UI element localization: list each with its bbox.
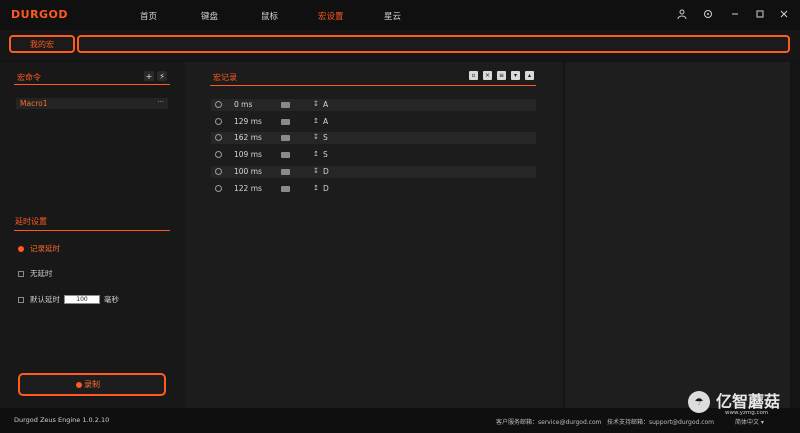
keyboard-icon bbox=[281, 102, 290, 108]
my-macros-tab[interactable]: 我的宏 bbox=[9, 35, 75, 53]
record-row[interactable]: 162 ms ↧ S bbox=[211, 132, 536, 144]
clock-icon bbox=[215, 185, 222, 192]
keyboard-icon bbox=[281, 119, 290, 125]
key-down-icon: ↧ bbox=[313, 133, 319, 141]
default-delay-option[interactable]: 默认延时 100 毫秒 bbox=[18, 294, 119, 305]
clock-icon bbox=[215, 168, 222, 175]
record-button[interactable]: 录制 bbox=[18, 373, 166, 396]
delete-icon[interactable]: × bbox=[483, 71, 492, 80]
nav-keyboard[interactable]: 键盘 bbox=[201, 10, 218, 22]
record-delay-label: 记录延时 bbox=[30, 244, 60, 253]
default-delay-input[interactable]: 100 bbox=[64, 295, 100, 304]
clock-icon bbox=[215, 151, 222, 158]
record-key: S bbox=[323, 150, 328, 159]
key-up-icon: ↥ bbox=[313, 184, 319, 192]
maximize-icon[interactable] bbox=[754, 8, 766, 20]
delay-unit-label: 毫秒 bbox=[104, 295, 119, 304]
record-time: 129 ms bbox=[234, 117, 262, 126]
delay-settings-title: 延时设置 bbox=[15, 217, 47, 226]
nav-mouse[interactable]: 鼠标 bbox=[261, 10, 278, 22]
record-row[interactable]: 122 ms ↥ D bbox=[211, 183, 536, 195]
clear-icon[interactable]: ≡ bbox=[497, 71, 506, 80]
keyboard-icon bbox=[281, 169, 290, 175]
nav-home[interactable]: 首页 bbox=[140, 10, 157, 22]
key-down-icon: ↧ bbox=[313, 167, 319, 175]
no-delay-option[interactable]: 无延时 bbox=[18, 268, 53, 279]
keyboard-icon bbox=[281, 152, 290, 158]
macro-search-input[interactable] bbox=[77, 35, 790, 53]
import-macro-icon[interactable]: ⚡ bbox=[157, 71, 167, 81]
footer: Durgod Zeus Engine 1.0.2.10 客户服务邮箱：servi… bbox=[0, 408, 800, 433]
copy-icon[interactable]: ▫ bbox=[469, 71, 478, 80]
record-dot-icon bbox=[76, 382, 82, 388]
nav-nebula[interactable]: 星云 bbox=[384, 10, 401, 22]
service-email[interactable]: 客户服务邮箱：service@durgod.com bbox=[496, 417, 601, 426]
user-icon[interactable] bbox=[676, 8, 688, 20]
clock-icon bbox=[215, 134, 222, 141]
record-time: 0 ms bbox=[234, 100, 253, 109]
engine-version: Durgod Zeus Engine 1.0.2.10 bbox=[14, 416, 110, 424]
record-time: 122 ms bbox=[234, 184, 262, 193]
macro-commands-title: 宏命令 bbox=[17, 73, 41, 82]
macro-name: Macro1 bbox=[20, 99, 48, 108]
move-down-icon[interactable]: ▾ bbox=[511, 71, 520, 80]
checkbox-icon bbox=[18, 270, 24, 277]
record-key: D bbox=[323, 184, 329, 193]
support-email[interactable]: 技术支持邮箱：support@durgod.com bbox=[607, 417, 714, 426]
record-button-label: 录制 bbox=[84, 380, 100, 389]
checkbox-icon bbox=[18, 296, 24, 303]
right-panel bbox=[565, 62, 790, 408]
record-time: 100 ms bbox=[234, 167, 262, 176]
macro-record-divider bbox=[210, 85, 536, 86]
record-row[interactable]: 100 ms ↧ D bbox=[211, 166, 536, 178]
watermark-logo-icon: ☂ bbox=[688, 391, 710, 413]
macro-commands-divider bbox=[14, 84, 170, 85]
record-key: A bbox=[323, 100, 329, 109]
default-delay-label: 默认延时 bbox=[30, 295, 60, 304]
top-bar: DURGOD 首页 键盘 鼠标 宏设置 星云 bbox=[0, 0, 800, 30]
watermark-url: www.yzmg.com bbox=[725, 410, 769, 416]
left-panel bbox=[0, 62, 185, 408]
key-up-icon: ↥ bbox=[313, 150, 319, 158]
watermark-text: 亿智蘑菇 bbox=[716, 392, 781, 411]
record-key: A bbox=[323, 117, 329, 126]
macro-record-panel bbox=[185, 62, 563, 408]
record-row[interactable]: 0 ms ↧ A bbox=[211, 99, 536, 111]
macro-record-title: 宏记录 bbox=[213, 73, 237, 82]
language-select[interactable]: 简体中文 ▾ bbox=[735, 417, 764, 426]
clock-icon bbox=[215, 118, 222, 125]
record-key: S bbox=[323, 133, 328, 142]
radio-selected-icon bbox=[18, 245, 24, 252]
move-up-icon[interactable]: ▴ bbox=[525, 71, 534, 80]
settings-icon[interactable] bbox=[702, 8, 714, 20]
keyboard-icon bbox=[281, 135, 290, 141]
keyboard-icon bbox=[281, 186, 290, 192]
record-time: 109 ms bbox=[234, 150, 262, 159]
minimize-icon[interactable] bbox=[729, 8, 741, 20]
delay-settings-divider bbox=[14, 230, 170, 231]
add-macro-icon[interactable]: + bbox=[144, 71, 154, 81]
record-row[interactable]: 109 ms ↥ S bbox=[211, 149, 536, 161]
key-down-icon: ↧ bbox=[313, 100, 319, 108]
no-delay-label: 无延时 bbox=[30, 269, 53, 278]
more-options-icon[interactable]: ··· bbox=[157, 98, 164, 106]
close-icon[interactable] bbox=[778, 8, 790, 20]
record-key: D bbox=[323, 167, 329, 176]
record-row[interactable]: 129 ms ↥ A bbox=[211, 116, 536, 128]
macro-list-item[interactable]: Macro1 ··· bbox=[16, 98, 168, 109]
nav-macro-settings[interactable]: 宏设置 bbox=[318, 10, 344, 22]
record-delay-option[interactable]: 记录延时 bbox=[18, 243, 60, 254]
clock-icon bbox=[215, 101, 222, 108]
record-time: 162 ms bbox=[234, 133, 262, 142]
key-up-icon: ↥ bbox=[313, 117, 319, 125]
brand-logo: DURGOD bbox=[11, 8, 69, 21]
